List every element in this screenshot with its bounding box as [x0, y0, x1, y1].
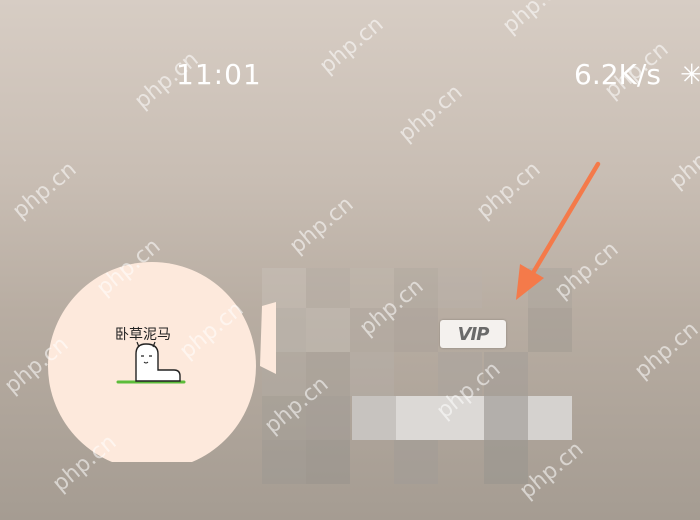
mosaic-tile: [306, 352, 350, 396]
mosaic-tile: [306, 308, 350, 352]
cartoon-sticker-icon: [116, 341, 186, 384]
mosaic-tile: [350, 268, 394, 308]
mosaic-tile: [394, 268, 438, 308]
mosaic-tile: [350, 352, 394, 396]
mosaic-tile: [484, 440, 528, 484]
mosaic-tile: [352, 396, 396, 440]
arrow-icon: [516, 161, 601, 300]
mosaic-tile: [394, 440, 438, 484]
status-partial-icon: ✳: [680, 58, 700, 91]
status-time: 11:01: [176, 58, 262, 91]
mosaic-tile: [484, 352, 528, 396]
status-bar: 11:01 6.2K/s ✳: [0, 0, 700, 150]
mosaic-tile: [438, 268, 482, 308]
mosaic-tile: [306, 396, 350, 440]
mosaic-tile: [306, 440, 350, 484]
watermark-text: php.cn: [8, 156, 82, 225]
mosaic-tile: [306, 268, 350, 308]
network-speed: 6.2K/s: [574, 58, 661, 91]
avatar[interactable]: 卧草泥马: [46, 262, 276, 462]
pixelated-profile-area: [262, 268, 700, 520]
mosaic-tile: [350, 308, 394, 352]
mosaic-tile: [484, 396, 528, 440]
mosaic-tile: [528, 308, 572, 352]
mosaic-tile: [438, 352, 482, 396]
mosaic-tile: [396, 396, 484, 440]
watermark-text: php.cn: [285, 191, 359, 260]
mosaic-tile: [394, 308, 438, 352]
mosaic-tile: [528, 396, 572, 440]
vip-badge[interactable]: VIP: [440, 320, 506, 348]
